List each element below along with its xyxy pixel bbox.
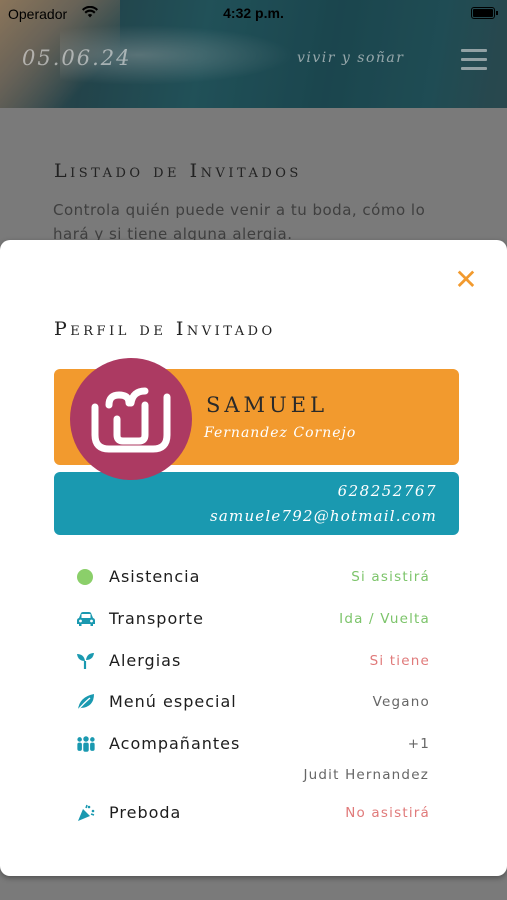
clock: 4:32 p.m.: [223, 5, 284, 21]
detail-row-transporte: Transporte Ida / Vuelta: [76, 607, 432, 631]
detail-value: Ida / Vuelta: [339, 611, 430, 627]
detail-row-alergias: Alergias Si tiene: [76, 649, 432, 673]
avatar: [70, 358, 192, 480]
guest-phone[interactable]: 628252767: [338, 482, 437, 500]
detail-label: Asistencia: [109, 567, 201, 586]
detail-value: Si tiene: [369, 653, 430, 669]
leaf-icon: [77, 694, 94, 711]
guest-profile-modal: ✕ Perfil de Invitado SAMUEL Fernandez Co…: [0, 240, 507, 876]
page-title: Listado de Invitados: [54, 160, 302, 182]
modal-title: Perfil de Invitado: [54, 318, 276, 340]
detail-value: Si asistirá: [351, 569, 430, 585]
wedding-logo-icon: [91, 387, 171, 453]
wedding-date: 05.06.24: [22, 46, 132, 70]
detail-label: Preboda: [109, 803, 182, 822]
detail-row-asistencia: Asistencia Si asistirá: [76, 565, 432, 589]
close-icon[interactable]: ✕: [454, 266, 478, 294]
dot-icon: [77, 569, 93, 585]
guest-name: SAMUEL: [206, 393, 329, 417]
guest-contact-card: 628252767 samuele792@hotmail.com: [54, 472, 459, 535]
detail-row-acompanantes: Acompañantes +1: [76, 732, 432, 756]
hamburger-menu-icon[interactable]: [461, 49, 487, 71]
status-bar: Operador 4:32 p.m.: [0, 0, 507, 28]
guest-surname: Fernandez Cornejo: [204, 425, 357, 441]
detail-value: +1: [407, 736, 430, 752]
companion-name: Judit Hernandez: [303, 767, 429, 783]
page-description: Controla quién puede venir a tu boda, có…: [53, 201, 426, 243]
battery-icon: [471, 7, 498, 19]
party-icon: [78, 804, 95, 821]
detail-label: Menú especial: [109, 692, 237, 711]
detail-label: Acompañantes: [109, 734, 241, 753]
car-icon: [77, 612, 95, 626]
detail-row-menu-especial: Menú especial Vegano: [76, 690, 432, 714]
guest-email[interactable]: samuele792@hotmail.com: [210, 507, 437, 525]
detail-label: Alergias: [109, 651, 182, 670]
detail-value: No asistirá: [345, 805, 430, 821]
sprout-icon: [77, 653, 94, 669]
detail-row-preboda: Preboda No asistirá: [76, 801, 432, 825]
header-tagline: vivir y soñar: [297, 50, 405, 66]
detail-value: Vegano: [372, 694, 430, 710]
people-icon: [77, 736, 95, 752]
detail-label: Transporte: [109, 609, 204, 628]
